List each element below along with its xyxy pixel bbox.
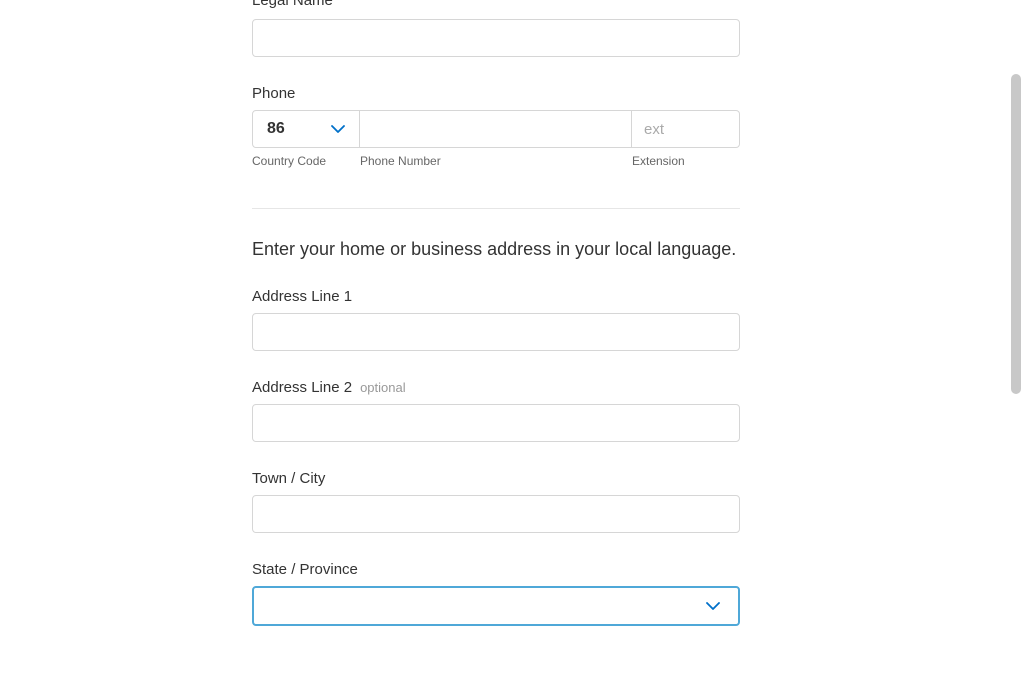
state-province-select[interactable] [252, 586, 740, 626]
address-line-1-input[interactable] [252, 313, 740, 351]
extension-input[interactable] [632, 110, 740, 148]
legal-name-input[interactable] [252, 19, 740, 57]
section-divider [252, 208, 740, 209]
country-code-select[interactable]: 86 [252, 110, 360, 148]
country-code-value: 86 [267, 120, 285, 138]
legal-name-label: Legal Name [252, 0, 740, 9]
town-city-input[interactable] [252, 495, 740, 533]
address-line-2-label: Address Line 2 [252, 379, 352, 396]
phone-label: Phone [252, 85, 740, 102]
chevron-down-icon [331, 122, 345, 136]
country-code-sublabel: Country Code [252, 154, 360, 168]
town-city-label: Town / City [252, 470, 740, 487]
chevron-down-icon [706, 599, 720, 613]
address-section-heading: Enter your home or business address in y… [252, 239, 740, 260]
extension-sublabel: Extension [632, 154, 740, 168]
scrollbar-track[interactable] [1009, 0, 1023, 669]
address-line-2-input[interactable] [252, 404, 740, 442]
phone-number-input[interactable] [360, 110, 632, 148]
state-province-label: State / Province [252, 561, 740, 578]
scrollbar-thumb[interactable] [1011, 74, 1021, 394]
phone-number-sublabel: Phone Number [360, 154, 632, 168]
address-line-1-label: Address Line 1 [252, 288, 740, 305]
address-line-2-optional: optional [360, 380, 406, 395]
